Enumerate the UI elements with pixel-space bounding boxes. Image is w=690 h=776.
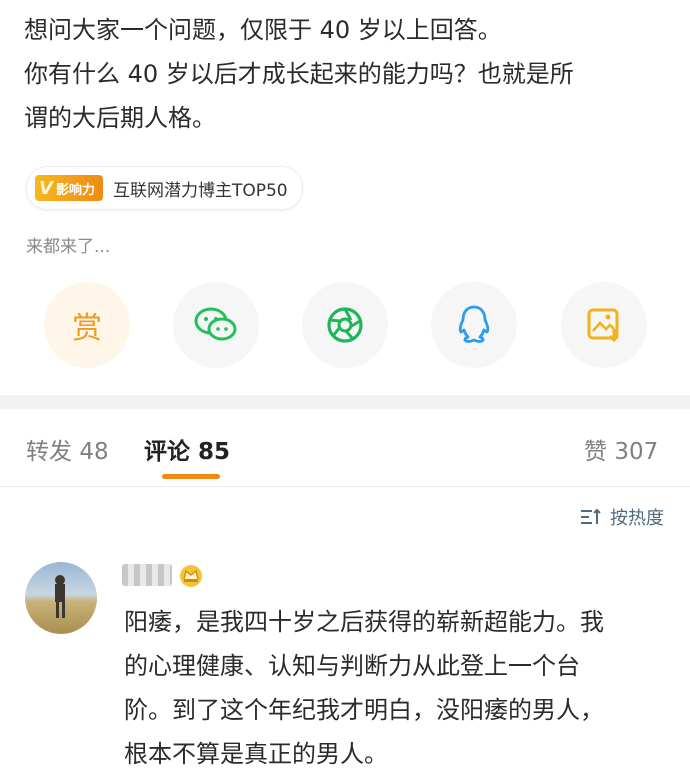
share-wechat-button[interactable]	[173, 282, 259, 368]
comment-line: 根本不算是真正的男人。	[124, 740, 388, 768]
share-qq-button[interactable]	[431, 282, 517, 368]
share-moments-button[interactable]	[302, 282, 388, 368]
tab-repost-count: 48	[79, 439, 109, 465]
tab-comment-count: 85	[198, 439, 231, 465]
tab-comment[interactable]: 评论 85	[144, 432, 230, 466]
moments-icon	[327, 307, 363, 343]
post-body: 想问大家一个问题，仅限于 40 岁以上回答。 你有什么 40 岁以后才成长起来的…	[24, 8, 670, 140]
save-image-icon	[587, 308, 620, 343]
tab-repost-label: 转发	[26, 439, 72, 465]
influence-logo-letter: V	[39, 177, 53, 199]
comment-line: 阳痿，是我四十岁之后获得的崭新超能力。我	[124, 608, 604, 636]
comment-username[interactable]	[122, 562, 204, 588]
sort-label: 按热度	[610, 508, 664, 529]
tab-like[interactable]: 赞 307	[584, 432, 658, 466]
post-line: 想问大家一个问题，仅限于 40 岁以上回答。	[24, 16, 502, 44]
tab-like-count: 307	[614, 439, 659, 465]
influence-logo: V 影响力	[35, 175, 103, 201]
section-divider	[0, 395, 690, 409]
badge-label: 互联网潜力博主TOP50	[112, 180, 288, 201]
save-image-button[interactable]	[561, 282, 647, 368]
post-line: 谓的大后期人格。	[24, 104, 216, 132]
visitors-text: 来都来了...	[26, 237, 111, 257]
tab-comment-label: 评论	[144, 439, 190, 465]
avatar[interactable]	[25, 562, 97, 634]
username-redacted	[122, 564, 172, 586]
wechat-icon	[194, 307, 237, 341]
avatar-photo	[55, 575, 65, 618]
share-bar: 赏	[0, 282, 690, 372]
tab-repost[interactable]: 转发 48	[26, 432, 109, 466]
comment-line: 的心理健康、认知与判断力从此登上一个台	[124, 652, 580, 680]
influence-logo-text: 影响力	[55, 182, 95, 198]
sort-icon	[581, 508, 601, 524]
vip-crown-icon	[180, 565, 202, 587]
reward-button[interactable]: 赏	[44, 282, 130, 368]
sort-by-hot-button[interactable]: 按热度	[580, 504, 664, 530]
qq-icon	[458, 305, 490, 343]
post-line: 你有什么 40 岁以后才成长起来的能力吗？也就是所	[24, 60, 574, 88]
tab-like-label: 赞	[584, 439, 607, 465]
interaction-tabs: 转发 48 评论 85 赞 307	[0, 410, 690, 487]
comment-line: 阶。到了这个年纪我才明白，没阳痿的男人，	[124, 696, 604, 724]
comment-body: 阳痿，是我四十岁之后获得的崭新超能力。我 的心理健康、认知与判断力从此登上一个台…	[124, 600, 664, 776]
active-tab-indicator	[162, 474, 220, 479]
influence-badge[interactable]: V 影响力 互联网潜力博主TOP50	[26, 166, 303, 210]
reward-icon: 赏	[72, 311, 102, 346]
